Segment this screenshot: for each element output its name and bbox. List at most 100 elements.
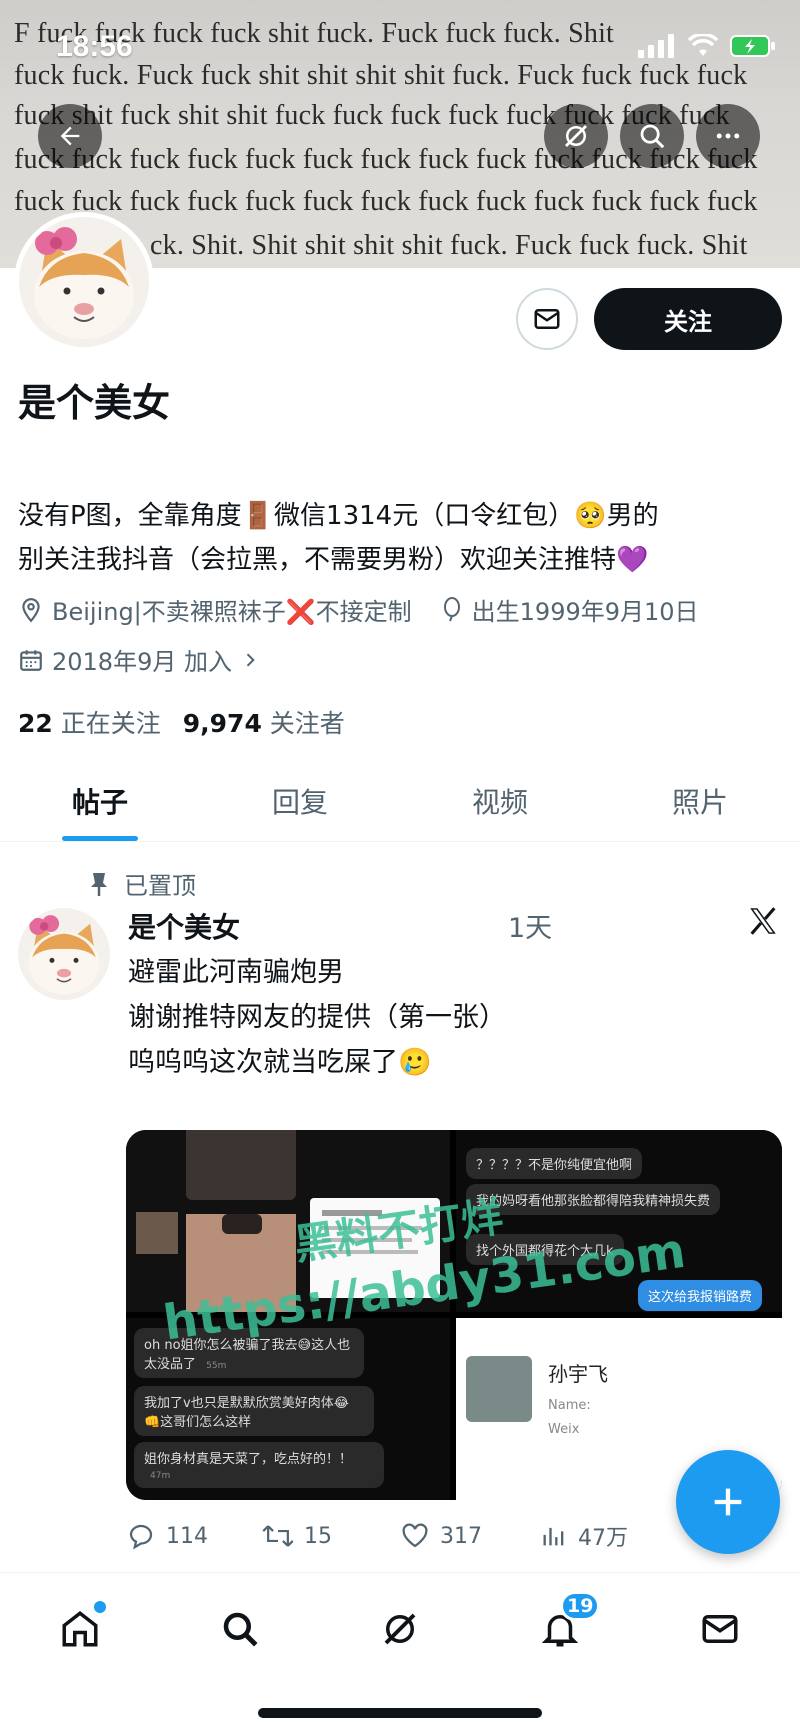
follow-stats: 22 正在关注 9,974 关注者 [18, 704, 345, 740]
grok-button[interactable] [544, 104, 608, 168]
profile-name: 是个美女 [18, 381, 171, 425]
chat-bubble: 找个外国都得花个大几k [466, 1234, 624, 1265]
status-icons [638, 34, 776, 58]
tab-replies[interactable]: 回复 [200, 760, 400, 841]
tab-photos[interactable]: 照片 [600, 760, 800, 841]
post-text-line: 谢谢推特网友的提供（第一张） [128, 1002, 506, 1033]
profile-meta-row: Beijing|不卖裸照袜子❌不接定制 出生1999年9月10日 [18, 592, 699, 627]
more-icon [716, 133, 740, 139]
followers-count: 9,974 [182, 709, 262, 738]
notifications-badge: 19 [560, 1591, 601, 1621]
nav-messages[interactable] [690, 1599, 750, 1659]
message-button[interactable] [516, 288, 578, 350]
reply-action[interactable]: 114 [126, 1520, 262, 1552]
views-count: 47万 [578, 1526, 628, 1551]
post-timestamp: 1天 [508, 913, 553, 944]
nav-home[interactable] [50, 1599, 110, 1659]
like-action[interactable]: 317 [400, 1520, 540, 1552]
profile-tabs: 帖子 回复 视频 照片 [0, 760, 800, 842]
post-x-logo [746, 904, 780, 942]
bio-line: 别关注我抖音（会拉黑，不需要男粉）欢迎关注推特💜 [18, 545, 649, 575]
post-author-name[interactable]: 是个美女 [128, 906, 240, 946]
banner-text-line: ck. Shit. Shit shit shit shit fuck. Fuck… [150, 230, 748, 261]
chat-bubble: oh no姐你怎么被骗了我去😅这人也太没品了 55m [134, 1328, 364, 1378]
contact-line: Name: [548, 1398, 591, 1413]
profile-avatar[interactable] [14, 212, 154, 352]
repost-action[interactable]: 15 [262, 1520, 400, 1552]
pinned-label-row: 已置顶 [88, 866, 196, 901]
location-item: Beijing|不卖裸照袜子❌不接定制 [18, 592, 412, 627]
plus-icon [714, 1488, 742, 1516]
search-button[interactable] [620, 104, 684, 168]
following-stat[interactable]: 22 正在关注 [18, 704, 161, 740]
location-pin-icon [22, 597, 40, 622]
pin-icon [91, 872, 107, 896]
grok-icon [384, 1613, 416, 1645]
reply-icon [129, 1524, 153, 1550]
repost-count: 15 [304, 1523, 332, 1549]
media-image-2[interactable]: ？？？？不是你纯便宜他啊 我的妈呀看他那张脸都得陪我精神损失费 找个外国都得花个… [456, 1130, 782, 1312]
home-indicator [258, 1708, 542, 1718]
search-icon [223, 1612, 258, 1647]
post-text-line: 呜呜呜这次就当吃屎了🥲 [128, 1047, 432, 1078]
search-icon [640, 124, 665, 149]
media-image-3[interactable]: oh no姐你怎么被骗了我去😅这人也太没品了 55m 我加了v也只是默默欣赏美好… [126, 1318, 450, 1500]
grok-icon [565, 125, 587, 147]
envelope-icon [702, 1615, 738, 1643]
signal-icon [638, 34, 674, 58]
reply-count: 114 [166, 1523, 208, 1549]
followers-stat[interactable]: 9,974 关注者 [183, 704, 345, 740]
location-text: Beijing|不卖裸照袜子❌不接定制 [52, 598, 412, 626]
compose-button[interactable] [676, 1450, 780, 1554]
chat-bubble: ？？？？不是你纯便宜他啊 [466, 1148, 643, 1179]
tab-videos[interactable]: 视频 [400, 760, 600, 841]
chat-time: 55m [206, 1361, 227, 1371]
status-bar: 18:56 [0, 0, 800, 90]
views-icon [543, 1527, 564, 1546]
post-media-grid[interactable]: ？？？？不是你纯便宜他啊 我的妈呀看他那张脸都得陪我精神损失费 找个外国都得花个… [126, 1130, 782, 1500]
media-image-1[interactable] [126, 1130, 450, 1312]
back-button[interactable] [38, 104, 102, 168]
wifi-icon [688, 34, 718, 56]
post-author-avatar[interactable] [18, 908, 110, 1000]
nav-notifications[interactable]: 19 [530, 1591, 601, 1659]
post-text-line: 避雷此河南骗炮男 [128, 957, 344, 988]
battery-icon [730, 35, 775, 57]
chevron-right-icon [246, 652, 255, 667]
chat-bubble: 我的妈呀看他那张脸都得陪我精神损失费 [466, 1184, 721, 1215]
following-label: 正在关注 [60, 709, 161, 738]
cat-avatar-image [19, 217, 149, 347]
chat-bubble-text: 姐你身材真是天菜了，吃点好的！！ [144, 1452, 353, 1467]
calendar-icon [20, 649, 42, 671]
nav-grok[interactable] [370, 1599, 430, 1659]
profile-joined-row[interactable]: 2018年9月 加入 [18, 642, 260, 677]
like-count: 317 [440, 1523, 482, 1549]
repost-icon [262, 1525, 294, 1547]
status-time: 18:56 [56, 30, 133, 63]
joined-text: 2018年9月 加入 [52, 648, 232, 676]
home-icon [62, 1611, 98, 1647]
views-action[interactable]: 47万 [540, 1520, 628, 1552]
following-count: 22 [18, 709, 53, 738]
bio-line: 没有P图，全靠角度🚪微信1314元（口令红包）🥺男的 [18, 501, 659, 531]
arrow-left-icon [60, 126, 80, 146]
joined-item[interactable]: 2018年9月 加入 [18, 642, 260, 677]
home-unread-dot [94, 1601, 106, 1613]
chat-bubble-text: oh no姐你怎么被骗了我去😅这人也太没品了 [144, 1338, 351, 1372]
nav-search[interactable] [210, 1599, 270, 1659]
chat-time: 47m [150, 1471, 171, 1481]
contact-name: 孙宇飞 [548, 1362, 608, 1386]
heart-icon [402, 1523, 428, 1548]
contact-line: Weix [548, 1422, 580, 1437]
balloon-icon [443, 596, 460, 621]
birthday-item: 出生1999年9月10日 [440, 592, 699, 627]
follow-button[interactable]: 关注 [594, 288, 782, 350]
post-text: 避雷此河南骗炮男 谢谢推特网友的提供（第一张） 呜呜呜这次就当吃屎了🥲 [128, 950, 768, 1085]
followers-label: 关注者 [269, 709, 345, 738]
pinned-label: 已置顶 [124, 872, 196, 900]
chat-bubble: 这次给我报销路费 [638, 1280, 763, 1311]
cat-avatar-image [18, 908, 110, 1000]
more-button[interactable] [696, 104, 760, 168]
profile-bio: 没有P图，全靠角度🚪微信1314元（口令红包）🥺男的 别关注我抖音（会拉黑，不需… [18, 494, 788, 582]
tab-posts[interactable]: 帖子 [0, 760, 200, 841]
